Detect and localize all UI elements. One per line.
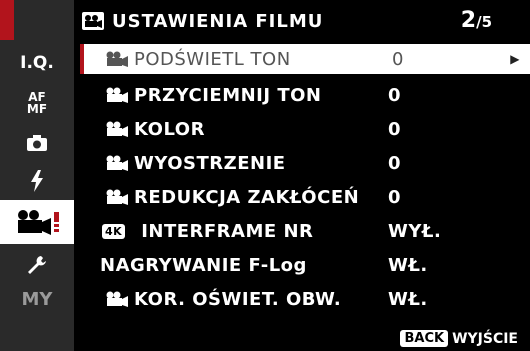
exit-label: WYJŚCIE (452, 330, 518, 347)
page-total: 5 (481, 13, 492, 31)
page-title: USTAWIENIA FILMU (112, 10, 324, 32)
camera-icon (27, 135, 47, 151)
menu-item-f-log-recording[interactable]: NAGRYWANIE F-Log WŁ. (80, 248, 530, 282)
footer-hint: BACK WYJŚCIE (400, 330, 518, 347)
movie-camera-icon (100, 291, 134, 307)
menu-item-label: REDUKCJA ZAKŁÓCEŃ (134, 186, 360, 208)
sidebar-item-shooting[interactable] (0, 126, 74, 160)
movie-camera-icon (100, 155, 134, 171)
page-number: 2 (460, 8, 477, 33)
page-indicator: 2/5 (460, 8, 492, 33)
sidebar-item-iq[interactable]: I.Q. (0, 46, 74, 80)
menu-item-shadow-tone[interactable]: PRZYCIEMNIJ TON 0 (80, 78, 530, 112)
chevron-right-icon: ▶ (510, 52, 520, 66)
movie-camera-icon (100, 121, 134, 137)
movie-camera-icon (18, 210, 59, 235)
menu-item-label: PODŚWIETL TON (134, 48, 291, 70)
movie-camera-icon (100, 189, 134, 205)
menu-item-value: WYŁ. (388, 220, 442, 242)
flash-icon (31, 170, 43, 192)
sidebar-item-af-mf[interactable]: AF MF (0, 86, 74, 120)
sidebar: I.Q. AF MF MY (0, 0, 74, 351)
movie-camera-icon (100, 51, 134, 67)
menu-list: PODŚWIETL TON 0 ▶ PRZYCIEMNIJ TON 0 KOLO… (80, 44, 530, 316)
menu-item-label: WYOSTRZENIE (134, 152, 286, 174)
sidebar-item-label: MY (21, 288, 53, 310)
menu-item-noise-reduction[interactable]: REDUKCJA ZAKŁÓCEŃ 0 (80, 180, 530, 214)
menu-item-value: 0 (388, 84, 402, 106)
movie-menu-icon (82, 12, 104, 30)
sidebar-item-setup[interactable] (0, 248, 74, 282)
sidebar-item-label: I.Q. (20, 53, 54, 73)
menu-header: USTAWIENIA FILMU 2/5 (82, 6, 522, 36)
menu-item-label: PRZYCIEMNIJ TON (134, 84, 322, 106)
movie-camera-icon (100, 87, 134, 103)
menu-item-value: 0 (388, 118, 402, 140)
4k-badge: 4K (102, 223, 126, 239)
menu-item-value: WŁ. (388, 254, 428, 276)
camera-menu-screen: I.Q. AF MF MY USTAWIENIA FILMU 2/5 PODŚW… (0, 0, 530, 351)
menu-item-color[interactable]: KOLOR 0 (80, 112, 530, 146)
menu-item-peripheral-light-correction[interactable]: KOR. OŚWIET. OBW. WŁ. (80, 282, 530, 316)
sidebar-item-label-bottom: MF (26, 102, 48, 116)
menu-item-label: KOLOR (134, 118, 205, 140)
sidebar-accent (0, 0, 14, 40)
menu-item-value: WŁ. (388, 288, 428, 310)
af-mf-label: AF MF (27, 91, 47, 115)
menu-item-value: 0 (388, 186, 402, 208)
menu-item-label: KOR. OŚWIET. OBW. (134, 288, 342, 310)
sidebar-item-movie[interactable] (0, 200, 74, 244)
sidebar-item-my-menu[interactable]: MY (0, 282, 74, 316)
menu-item-value: 0 (388, 152, 402, 174)
back-button[interactable]: BACK (400, 330, 449, 347)
menu-item-value: 0 (392, 48, 404, 70)
sidebar-item-flash[interactable] (0, 164, 74, 198)
wrench-icon (28, 256, 46, 274)
menu-item-interframe-nr[interactable]: 4K INTERFRAME NR WYŁ. (80, 214, 530, 248)
menu-item-sharpness[interactable]: WYOSTRZENIE 0 (80, 146, 530, 180)
menu-item-label: NAGRYWANIE F-Log (100, 254, 307, 276)
menu-item-highlight-tone[interactable]: PODŚWIETL TON 0 ▶ (80, 44, 530, 74)
menu-item-label: INTERFRAME NR (141, 220, 314, 242)
